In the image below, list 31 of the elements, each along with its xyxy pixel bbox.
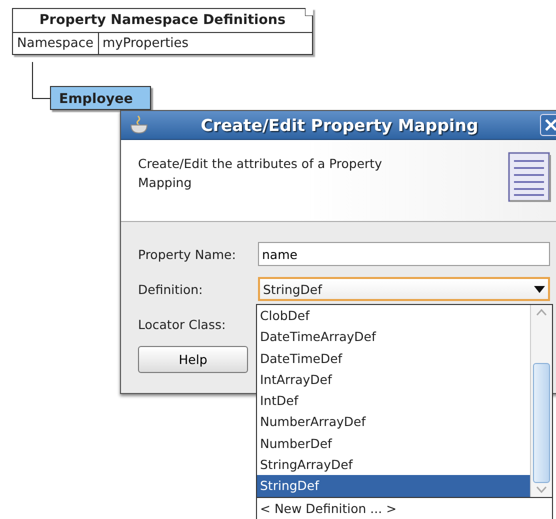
dropdown-arrow-icon: [534, 286, 545, 292]
dropdown-option[interactable]: StringArrayDef: [257, 454, 530, 476]
dropdown-option[interactable]: DateTimeDef: [257, 348, 530, 369]
dropdown-option[interactable]: NumberArrayDef: [257, 411, 530, 433]
dialog-title: Create/Edit Property Mapping: [200, 116, 480, 134]
close-icon[interactable]: [540, 114, 556, 136]
dialog-description: Create/Edit the attributes of a Property Mapping: [138, 155, 383, 192]
dropdown-option[interactable]: ClobDef: [257, 305, 530, 326]
document-icon: [508, 152, 552, 204]
scroll-up-icon[interactable]: [536, 309, 547, 316]
help-button[interactable]: Help: [138, 346, 248, 373]
scrollbar[interactable]: [530, 305, 552, 497]
property-key: Namespace: [13, 33, 98, 54]
scrollbar-thumb[interactable]: [533, 363, 550, 483]
new-definition-option[interactable]: < New Definition ... >: [257, 498, 552, 519]
definition-dropdown[interactable]: StringDef: [258, 277, 550, 301]
field-label: Definition:: [138, 282, 204, 296]
property-value: myProperties: [102, 35, 190, 53]
dropdown-option[interactable]: IntArrayDef: [257, 368, 530, 390]
field-label: Locator Class:: [138, 316, 227, 332]
entity-node[interactable]: Employee: [50, 86, 151, 110]
coffee-cup-icon: [129, 115, 149, 135]
dropdown-option[interactable]: NumberDef: [257, 432, 530, 454]
dropdown-option[interactable]: IntDef: [257, 390, 530, 412]
property-name-field[interactable]: name: [258, 242, 550, 266]
dropdown-option[interactable]: DateTimeArrayDef: [257, 326, 530, 348]
dropdown-option[interactable]: StringDef: [257, 475, 530, 497]
note-title: Property Namespace Definitions: [13, 9, 312, 33]
scroll-down-icon[interactable]: [536, 486, 547, 493]
connector-line: [32, 62, 50, 99]
field-label: Property Name:: [138, 246, 237, 262]
